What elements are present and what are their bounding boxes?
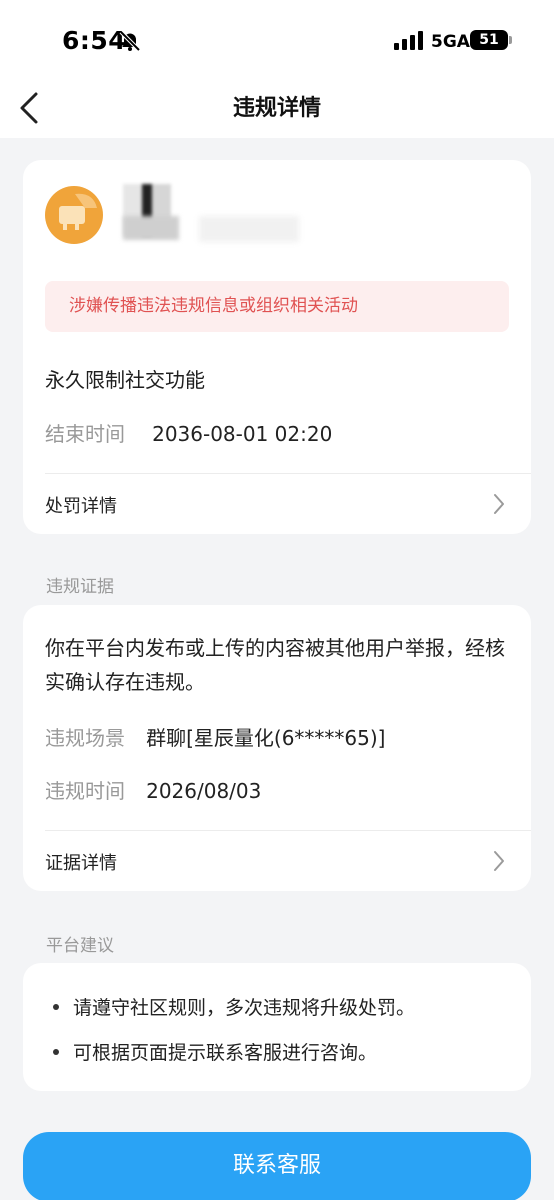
header: 6:54 5GA 51 违规详情 (0, 0, 554, 138)
advice-tip-text: 请遵守社区规则，多次违规将升级处罚。 (73, 997, 416, 1019)
violation-time-label: 违规时间 (45, 779, 125, 803)
bullet-icon (53, 1003, 59, 1010)
scene-value: 群聊[星辰量化(6*****65)] (146, 726, 386, 750)
avatar-image-icon (59, 193, 97, 230)
battery-level: 51 (479, 32, 499, 48)
end-time-value: 2036-08-01 02:20 (152, 422, 333, 446)
end-time-label: 结束时间 (45, 422, 125, 446)
bullet-icon (53, 1048, 59, 1055)
bell-muted-icon (119, 30, 141, 52)
advice-card: 请遵守社区规则，多次违规将升级处罚。 可根据页面提示联系客服进行咨询。 (23, 963, 531, 1091)
evidence-details-link[interactable]: 证据详情 (23, 831, 531, 891)
nav-bar: 违规详情 (0, 80, 554, 138)
battery-icon: 51 (470, 30, 508, 50)
network-type: 5GA (431, 32, 470, 52)
avatar[interactable] (45, 186, 103, 244)
penalty-details-link[interactable]: 处罚详情 (23, 474, 531, 534)
penalty-card: 涉嫌传播违法违规信息或组织相关活动 永久限制社交功能 结束时间 2036-08-… (23, 160, 531, 534)
chevron-right-icon (494, 494, 504, 514)
evidence-section-title: 违规证据 (46, 577, 114, 597)
redacted-user-id (199, 216, 299, 242)
advice-tip: 请遵守社区规则，多次违规将升级处罚。 (53, 993, 415, 1020)
violation-reason-banner: 涉嫌传播违法违规信息或组织相关活动 (45, 281, 509, 332)
evidence-description: 你在平台内发布或上传的内容被其他用户举报，经核实确认存在违规。 (45, 636, 505, 694)
battery-cap (509, 36, 512, 44)
cellular-signal-icon (394, 31, 423, 50)
scene-row: 违规场景 群聊[星辰量化(6*****65)] (45, 722, 385, 751)
advice-tip-text: 可根据页面提示联系客服进行咨询。 (73, 1042, 378, 1064)
status-time: 6:54 (62, 26, 127, 55)
evidence-card: 你在平台内发布或上传的内容被其他用户举报，经核实确认存在违规。 违规场景 群聊[… (23, 605, 531, 891)
scene-label: 违规场景 (45, 726, 125, 750)
evidence-details-label: 证据详情 (45, 853, 117, 874)
violation-time-value: 2026/08/03 (146, 779, 262, 803)
violation-time-row: 违规时间 2026/08/03 (45, 775, 261, 804)
end-time-row: 结束时间 2036-08-01 02:20 (45, 418, 332, 447)
contact-support-button[interactable]: 联系客服 (23, 1132, 531, 1200)
advice-section-title: 平台建议 (46, 936, 114, 956)
chevron-right-icon (494, 851, 504, 871)
penalty-details-label: 处罚详情 (45, 496, 117, 517)
advice-tip: 可根据页面提示联系客服进行咨询。 (53, 1038, 377, 1065)
penalty-type: 永久限制社交功能 (45, 368, 205, 392)
status-bar: 6:54 5GA 51 (0, 0, 554, 80)
page-title: 违规详情 (232, 96, 321, 121)
redacted-username-part (123, 216, 179, 240)
